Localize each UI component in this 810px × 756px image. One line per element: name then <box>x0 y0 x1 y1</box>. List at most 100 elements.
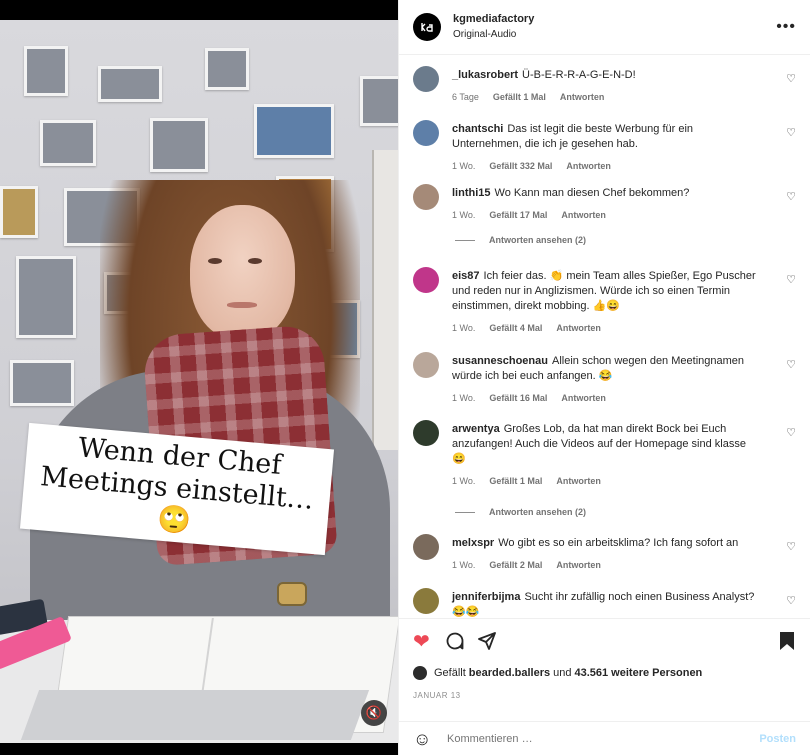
person-mouth <box>227 302 257 308</box>
post-header: kgmediafactory Original-Audio ••• <box>399 0 810 55</box>
author-username[interactable]: kgmediafactory <box>453 12 776 27</box>
comment-body: chantschi Das ist legit die beste Werbung… <box>452 122 762 174</box>
comment-age[interactable]: 1 Wo. <box>452 474 475 489</box>
commenter-avatar[interactable] <box>413 420 439 446</box>
comment-like-heart-icon[interactable]: ♡ <box>786 126 796 139</box>
comment-meta: 1 Wo. Gefällt 2 Mal Antworten <box>452 558 762 573</box>
post-comment-button[interactable]: Posten <box>759 733 796 745</box>
commenter-avatar[interactable] <box>413 184 439 210</box>
comment-meta: 1 Wo. Gefällt 17 Mal Antworten <box>452 208 762 223</box>
view-replies-label: Antworten ansehen (2) <box>489 507 587 517</box>
laptop <box>20 690 370 740</box>
comment-like-heart-icon[interactable]: ♡ <box>786 358 796 371</box>
commenter-username[interactable]: chantschi <box>452 123 503 135</box>
comment-age[interactable]: 1 Wo. <box>452 321 475 336</box>
liker-avatar[interactable] <box>413 666 427 680</box>
comment-age[interactable]: 1 Wo. <box>452 391 475 406</box>
logo-icon <box>421 23 433 32</box>
wall-poster <box>360 76 398 126</box>
view-replies-link[interactable]: Antworten ansehen (2) <box>455 507 586 517</box>
wall-poster <box>205 48 249 90</box>
comment-icon[interactable] <box>445 631 465 656</box>
comment-composer: ☺ Posten <box>399 721 810 756</box>
reply-link[interactable]: Antworten <box>566 159 611 174</box>
emoji-picker-icon[interactable]: ☺ <box>413 729 435 750</box>
comments-list[interactable]: _lukasrobert Ü-B-E-R-R-A-G-E-N-D! 6 Tage … <box>399 55 810 618</box>
door-frame <box>372 150 398 450</box>
wall-poster <box>254 104 334 158</box>
commenter-username[interactable]: arwentya <box>452 423 500 435</box>
video-top-bar <box>0 0 398 20</box>
replies-divider <box>455 239 475 241</box>
comment-like-heart-icon[interactable]: ♡ <box>786 594 796 607</box>
like-heart-icon[interactable]: ❤ <box>413 631 430 653</box>
comment-age[interactable]: 1 Wo. <box>452 159 475 174</box>
video-bottom-bar <box>0 743 398 755</box>
commenter-avatar[interactable] <box>413 66 439 92</box>
comment-age[interactable]: 1 Wo. <box>452 558 475 573</box>
post-actions: ❤ Gefällt bearded.ballers und 43.561 wei… <box>399 618 810 755</box>
comment-input[interactable] <box>445 732 760 746</box>
comment-like-heart-icon[interactable]: ♡ <box>786 190 796 203</box>
commenter-avatar[interactable] <box>413 120 439 146</box>
comment-likes[interactable]: Gefällt 4 Mal <box>489 321 542 336</box>
comment-like-heart-icon[interactable]: ♡ <box>786 72 796 85</box>
comment-text: Wo Kann man diesen Chef bekommen? <box>494 187 690 199</box>
video-player[interactable]: Wenn der Chef Meetings einstellt…🙄 🔇 <box>0 0 398 755</box>
more-options-icon[interactable]: ••• <box>776 18 796 36</box>
comment-age[interactable]: 1 Wo. <box>452 208 475 223</box>
commenter-username[interactable]: _lukasrobert <box>452 69 518 81</box>
reply-link[interactable]: Antworten <box>561 208 606 223</box>
comment-meta: 1 Wo. Gefällt 4 Mal Antworten <box>452 321 762 336</box>
commenter-avatar[interactable] <box>413 267 439 293</box>
comment-like-heart-icon[interactable]: ♡ <box>786 540 796 553</box>
wall-poster <box>10 360 74 406</box>
person-eye <box>248 258 262 264</box>
wall-poster <box>98 66 162 102</box>
commenter-username[interactable]: melxspr <box>452 537 494 549</box>
reply-link[interactable]: Antworten <box>556 321 601 336</box>
commenter-avatar[interactable] <box>413 588 439 614</box>
post-viewer: Wenn der Chef Meetings einstellt…🙄 🔇 kgm… <box>0 0 810 755</box>
likes-count[interactable]: 43.561 weitere Personen <box>574 667 702 679</box>
likes-summary[interactable]: Gefällt bearded.ballers und 43.561 weite… <box>413 666 705 680</box>
comment-likes[interactable]: Gefällt 1 Mal <box>489 474 542 489</box>
commenter-username[interactable]: eis87 <box>452 270 480 282</box>
share-icon[interactable] <box>477 631 497 656</box>
comment-body: melxspr Wo gibt es so ein arbeitsklima? I… <box>452 536 762 573</box>
comment-body: jenniferbijma Sucht ihr zufällig noch ein… <box>452 590 762 618</box>
comment-text: Wo gibt es so ein arbeitsklima? Ich fang… <box>498 537 739 549</box>
comment-body: susanneschoenau Allein schon wegen den Me… <box>452 354 762 406</box>
person-face <box>190 205 295 340</box>
comment-likes[interactable]: Gefällt 1 Mal <box>493 90 546 105</box>
post-date[interactable]: JANUAR 13 <box>413 691 461 700</box>
commenter-avatar[interactable] <box>413 352 439 378</box>
replies-divider <box>455 511 475 513</box>
comment-like-heart-icon[interactable]: ♡ <box>786 426 796 439</box>
comment-likes[interactable]: Gefällt 17 Mal <box>489 208 547 223</box>
commenter-username[interactable]: susanneschoenau <box>452 355 548 367</box>
comment-likes[interactable]: Gefällt 332 Mal <box>489 159 552 174</box>
liker-username[interactable]: bearded.ballers <box>469 667 550 679</box>
reply-link[interactable]: Antworten <box>560 90 605 105</box>
comment-like-heart-icon[interactable]: ♡ <box>786 273 796 286</box>
audio-label[interactable]: Original-Audio <box>453 27 776 42</box>
view-replies-link[interactable]: Antworten ansehen (2) <box>455 235 586 245</box>
reply-link[interactable]: Antworten <box>556 558 601 573</box>
bookmark-icon[interactable] <box>779 631 795 656</box>
commenter-username[interactable]: linthi15 <box>452 187 491 199</box>
commenter-username[interactable]: jenniferbijma <box>452 591 520 603</box>
post-sidebar: kgmediafactory Original-Audio ••• _lukas… <box>398 0 810 755</box>
author-avatar[interactable] <box>413 13 441 41</box>
comment-body: eis87 Ich feier das. 👏 mein Team alles Sp… <box>452 269 762 336</box>
commenter-avatar[interactable] <box>413 534 439 560</box>
wall-poster <box>24 46 68 96</box>
comment-likes[interactable]: Gefällt 2 Mal <box>489 558 542 573</box>
likes-and: und <box>553 667 572 679</box>
comment-text: Ü-B-E-R-R-A-G-E-N-D! <box>522 69 636 81</box>
reply-link[interactable]: Antworten <box>561 391 606 406</box>
mute-icon[interactable]: 🔇 <box>361 700 387 726</box>
comment-age[interactable]: 6 Tage <box>452 90 479 105</box>
comment-likes[interactable]: Gefällt 16 Mal <box>489 391 547 406</box>
reply-link[interactable]: Antworten <box>556 474 601 489</box>
